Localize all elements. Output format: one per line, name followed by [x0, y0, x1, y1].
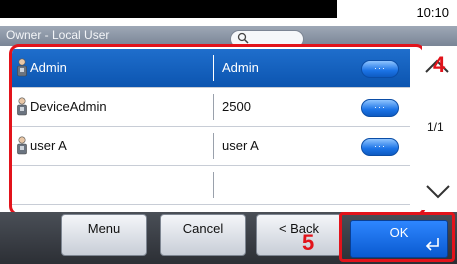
user-list: Admin Admin ··· DeviceAdmin 2500 ··· use… [9, 44, 426, 216]
list-row-empty [12, 166, 410, 205]
row-divider [213, 55, 214, 81]
enter-arrow-icon [425, 238, 439, 251]
more-dots-icon: ··· [374, 63, 386, 73]
row-divider [213, 172, 214, 198]
cancel-button-label: Cancel [182, 221, 224, 236]
user-icon [17, 136, 27, 155]
owner-label: Owner - Local User [6, 28, 110, 42]
row-login-name: 2500 [222, 99, 251, 114]
annotation-marker-5: 5 [302, 230, 315, 255]
status-time: 10:10 [416, 5, 449, 20]
list-row-deviceadmin[interactable]: DeviceAdmin 2500 ··· [12, 88, 410, 127]
list-row-admin[interactable]: Admin Admin ··· [12, 49, 410, 88]
row-user-name: DeviceAdmin [30, 99, 107, 114]
more-dots-icon: ··· [374, 141, 386, 151]
page-indicator: 1/1 [427, 120, 444, 134]
row-divider [213, 94, 214, 120]
detail-button[interactable]: ··· [361, 99, 399, 117]
user-icon [17, 97, 27, 116]
detail-button[interactable]: ··· [361, 60, 399, 78]
back-button[interactable]: < Back [256, 214, 342, 256]
cancel-button[interactable]: Cancel [160, 214, 246, 256]
user-icon [17, 58, 27, 77]
row-divider [213, 133, 214, 159]
ok-button[interactable]: OK [350, 220, 448, 258]
chevron-down-icon [426, 185, 450, 199]
annotation-marker-4: 4 [433, 52, 446, 77]
row-login-name: user A [222, 138, 259, 153]
screen: 10:10 Owner - Local User Admin Admin ··· [0, 0, 457, 264]
status-message-area [0, 0, 337, 18]
more-dots-icon: ··· [374, 102, 386, 112]
back-button-label: < Back [278, 221, 320, 236]
status-bar: 10:10 [0, 0, 457, 28]
menu-button-label: Menu [87, 221, 121, 236]
row-login-name: Admin [222, 60, 259, 75]
row-user-name: user A [30, 138, 67, 153]
menu-button[interactable]: Menu [61, 214, 147, 256]
list-row-user-a[interactable]: user A user A ··· [12, 127, 410, 166]
detail-button[interactable]: ··· [361, 138, 399, 156]
search-icon [237, 32, 249, 44]
row-user-name: Admin [30, 60, 67, 75]
scroll-down-button[interactable] [422, 174, 457, 210]
owner-bar: Owner - Local User [0, 26, 457, 48]
